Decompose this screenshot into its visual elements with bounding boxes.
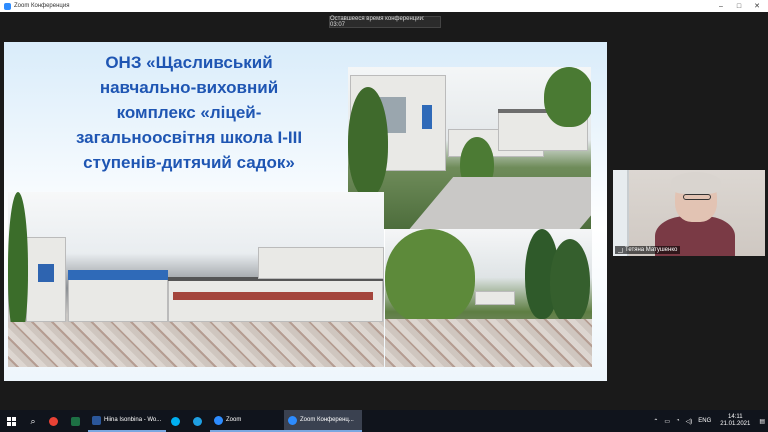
participant-hair: [671, 172, 721, 194]
slide-title-line: навчально-виховний: [99, 78, 279, 97]
school-photo-bottom-left: [8, 192, 384, 367]
school-photo-top-right: [348, 67, 591, 229]
window-controls: – □ ✕: [712, 0, 766, 12]
skype-icon: [171, 416, 180, 426]
meeting-timer-banner: Оставшееся время конференции: 03:07: [329, 16, 441, 28]
notification-icon[interactable]: ▤: [756, 418, 768, 425]
chrome-icon: [49, 416, 58, 426]
signal-icon: [618, 247, 623, 253]
excel-icon: [71, 416, 80, 426]
school-photo-bottom-right: [385, 229, 592, 367]
search-icon: ⌕: [30, 415, 36, 426]
participant-video-tile[interactable]: Тетяна Матушенко: [613, 170, 765, 256]
background-window: [613, 170, 629, 256]
close-button[interactable]: ✕: [748, 0, 766, 12]
start-button[interactable]: [0, 410, 22, 432]
zoom-icon: [214, 415, 223, 425]
clock-date: 21.01.2021: [720, 421, 751, 427]
taskbar-word-document[interactable]: Hiina Isonbina - Wo...: [88, 410, 166, 432]
maximize-button[interactable]: □: [730, 0, 748, 12]
battery-icon[interactable]: ▭: [661, 418, 673, 425]
taskbar-zoom-meeting-label: Zoom Конференц...: [300, 417, 354, 423]
taskbar-excel[interactable]: [66, 410, 88, 432]
participant-name: Тетяна Матушенко: [625, 247, 678, 253]
participant-glasses: [683, 194, 711, 200]
slide-title-line: ОНЗ «Щасливський: [105, 53, 273, 72]
taskbar-zoom[interactable]: Zoom: [210, 410, 284, 432]
taskbar-chrome[interactable]: [44, 410, 66, 432]
shared-slide: ОНЗ «Щасливський навчально-виховний комп…: [4, 42, 607, 381]
edge-icon: [193, 416, 202, 426]
windows-logo-icon: [6, 416, 16, 426]
slide-title-line: комплекс «ліцей-: [116, 103, 262, 122]
windows-taskbar: ⌕ Hiina Isonbina - Wo... Zoom Zoom Конфе…: [0, 410, 768, 432]
volume-icon[interactable]: ◁): [683, 418, 696, 425]
title-bar: Zoom Конференция – □ ✕: [0, 0, 768, 12]
window-title: Zoom Конференция: [14, 3, 70, 9]
slide-title-line: загальноосвітня школа I-III: [75, 128, 303, 147]
participant-name-label: Тетяна Матушенко: [615, 246, 681, 254]
taskbar-skype[interactable]: [166, 410, 188, 432]
taskbar-word-label: Hiina Isonbina - Wo...: [104, 417, 162, 423]
taskbar-zoom-label: Zoom: [226, 417, 242, 423]
taskbar-edge[interactable]: [188, 410, 210, 432]
slide-title: ОНЗ «Щасливський навчально-виховний комп…: [44, 50, 334, 175]
minimize-button[interactable]: –: [712, 0, 730, 12]
network-icon[interactable]: ◔: [673, 418, 683, 424]
system-tray: ⌃ ▭ ◔ ◁) ENG 14:11 21.01.2021 ▤: [650, 410, 768, 432]
word-icon: [92, 415, 101, 425]
taskbar-search-button[interactable]: ⌕: [22, 410, 44, 432]
chevron-up-icon[interactable]: ⌃: [650, 418, 661, 425]
zoom-logo-icon: [4, 2, 11, 10]
slide-title-line: ступенів-дитячий садок»: [83, 153, 295, 172]
clock-time: 14:11: [728, 414, 743, 420]
clock[interactable]: 14:11 21.01.2021: [714, 414, 756, 428]
zoom-icon: [288, 415, 297, 425]
taskbar-zoom-meeting[interactable]: Zoom Конференц...: [284, 410, 362, 432]
language-indicator[interactable]: ENG: [695, 418, 714, 424]
